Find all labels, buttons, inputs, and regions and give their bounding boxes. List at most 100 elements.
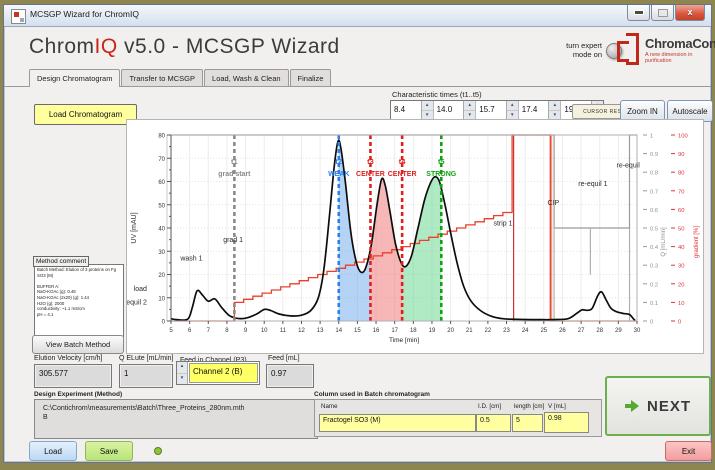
exit-button[interactable]: Exit <box>665 441 712 461</box>
column-header-id: I.D. [cm] <box>478 403 501 410</box>
svg-text:80: 80 <box>678 171 684 177</box>
feed-channel-select[interactable]: ▲▼ Channel 2 (B) <box>176 361 260 385</box>
app-icon <box>11 9 26 24</box>
method-comment-box[interactable]: Batch Method: Elution of 3 proteins on F… <box>34 264 124 337</box>
svg-text:0.9: 0.9 <box>650 152 658 158</box>
svg-text:STRONG: STRONG <box>426 171 457 178</box>
svg-text:17: 17 <box>391 328 398 334</box>
phase-label: strip 1 <box>493 221 512 228</box>
svg-text:13: 13 <box>317 328 324 334</box>
svg-text:CENTER: CENTER <box>388 171 417 178</box>
column-cell-length[interactable]: 5 <box>512 414 543 432</box>
svg-text:16: 16 <box>373 328 380 334</box>
x-axis-label: Time [min] <box>389 337 419 344</box>
time-field-t3[interactable]: 15.7▲▼ <box>476 101 519 120</box>
app-window: MCSGP Wizard for ChromIQ x ChromIQ v5.0 … <box>3 4 712 463</box>
svg-text:0: 0 <box>650 320 653 326</box>
maximize-icon <box>658 9 668 17</box>
characteristic-times-label: Characteristic times (t1..t5) <box>392 90 482 99</box>
svg-text:18: 18 <box>410 328 417 334</box>
svg-text:t1: t1 <box>231 157 238 166</box>
phase-label: equil 2 <box>127 300 147 307</box>
svg-text:8: 8 <box>225 328 229 334</box>
svg-text:0.1: 0.1 <box>650 301 658 307</box>
chromacon-logo: ChromaCon A new dimension in purificatio… <box>616 33 708 67</box>
y-axis-label: UV [mAU] <box>131 212 138 243</box>
maximize-button[interactable] <box>651 5 674 21</box>
minimize-button[interactable] <box>627 5 650 21</box>
svg-text:90: 90 <box>678 152 684 158</box>
next-button[interactable]: NEXT <box>605 376 711 436</box>
feed-label: Feed [mL] <box>268 355 300 362</box>
svg-text:0.5: 0.5 <box>650 227 658 233</box>
elution-velocity-label: Elution Velocity [cm/h] <box>34 355 102 362</box>
svg-text:CENTER: CENTER <box>356 171 385 178</box>
svg-text:70: 70 <box>678 189 684 195</box>
expert-mode-label: turn expert mode on <box>540 41 602 59</box>
svg-text:21: 21 <box>466 328 473 334</box>
spinner-icon[interactable]: ▲▼ <box>177 362 188 384</box>
svg-text:22: 22 <box>485 328 492 334</box>
spinner-icon[interactable]: ▲▼ <box>463 101 475 120</box>
svg-text:40: 40 <box>158 227 165 233</box>
column-cell-name[interactable]: Fractogel SO3 (M) <box>319 414 476 432</box>
spinner-icon[interactable]: ▲▼ <box>548 101 560 120</box>
spinner-icon[interactable]: ▲▼ <box>421 101 433 120</box>
tab-design-chromatogram[interactable]: Design Chromatogram <box>29 69 120 87</box>
svg-text:60: 60 <box>158 180 165 186</box>
chromatogram-chart[interactable]: t1grad startt2WEAKt3CENTERt4CENTERt5STRO… <box>126 119 704 354</box>
spinner-icon[interactable]: ▲▼ <box>506 101 518 120</box>
q-elute-field[interactable]: 1 <box>119 364 173 388</box>
column-header-length: length [cm] <box>514 403 544 410</box>
svg-text:27: 27 <box>578 328 585 334</box>
svg-text:10: 10 <box>158 296 165 302</box>
phase-label: re-equil 1 <box>578 181 607 188</box>
design-experiment-path[interactable]: C:\Contichrom\measurements\Batch\Three_P… <box>34 399 318 439</box>
tab-finalize[interactable]: Finalize <box>290 69 332 86</box>
view-batch-method-button[interactable]: View Batch Method <box>32 335 124 354</box>
title-bar[interactable]: MCSGP Wizard for ChromIQ x <box>4 5 711 27</box>
column-cell-id[interactable]: 0.5 <box>476 414 511 432</box>
svg-text:0: 0 <box>162 320 166 326</box>
svg-text:0.6: 0.6 <box>650 208 658 214</box>
svg-text:11: 11 <box>280 328 287 334</box>
load-button[interactable]: Load <box>29 441 77 461</box>
svg-text:t2: t2 <box>335 157 342 166</box>
svg-text:70: 70 <box>158 157 165 163</box>
load-chromatogram-button[interactable]: Load Chromatogram <box>34 104 137 125</box>
column-cell-volume[interactable]: 0.98 <box>544 412 589 433</box>
svg-text:20: 20 <box>158 273 165 279</box>
tab-load-wash-clean[interactable]: Load, Wash & Clean <box>204 69 289 86</box>
close-button[interactable]: x <box>675 5 705 21</box>
svg-text:25: 25 <box>540 328 547 334</box>
svg-text:26: 26 <box>559 328 566 334</box>
save-button[interactable]: Save <box>85 441 133 461</box>
tab-transfer-to-mcsgp[interactable]: Transfer to MCSGP <box>121 69 203 86</box>
q-axis-label: Q [mL/min] <box>661 227 667 257</box>
svg-text:14: 14 <box>335 328 342 334</box>
svg-text:7: 7 <box>207 328 211 334</box>
elution-velocity-field[interactable]: 305.577 <box>34 364 112 388</box>
column-header-volume: V [mL] <box>548 403 566 410</box>
time-field-t1[interactable]: 8.4▲▼ <box>391 101 434 120</box>
tab-strip: Design Chromatogram Transfer to MCSGP Lo… <box>29 69 332 87</box>
svg-text:t5: t5 <box>438 157 445 166</box>
svg-text:40: 40 <box>678 245 684 251</box>
page-title: ChromIQ v5.0 - MCSGP Wizard <box>29 35 340 59</box>
design-experiment-label: Design Experiment (Method) <box>34 391 122 398</box>
svg-text:28: 28 <box>596 328 603 334</box>
svg-text:0.7: 0.7 <box>650 189 658 195</box>
column-table: Name I.D. [cm] length [cm] V [mL] Fracto… <box>314 399 602 437</box>
close-icon: x <box>687 8 692 17</box>
svg-text:30: 30 <box>634 328 641 334</box>
svg-text:100: 100 <box>678 134 688 140</box>
feed-field[interactable]: 0.97 <box>266 364 314 388</box>
time-field-t4[interactable]: 17.4▲▼ <box>519 101 562 120</box>
svg-text:9: 9 <box>244 328 248 334</box>
svg-text:10: 10 <box>261 328 268 334</box>
svg-text:50: 50 <box>678 227 684 233</box>
svg-text:0.3: 0.3 <box>650 264 658 270</box>
time-field-t2[interactable]: 14.0▲▼ <box>434 101 477 120</box>
svg-text:30: 30 <box>678 264 684 270</box>
svg-text:t3: t3 <box>367 157 374 166</box>
